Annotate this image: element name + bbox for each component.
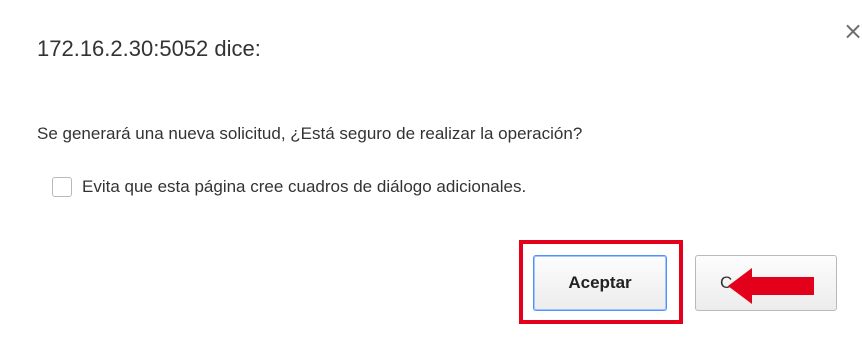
accept-highlight-box	[519, 240, 683, 324]
close-icon[interactable]: ×	[843, 18, 862, 44]
suppress-dialogs-row[interactable]: Evita que esta página cree cuadros de di…	[52, 172, 526, 202]
suppress-dialogs-label: Evita que esta página cree cuadros de di…	[82, 177, 527, 196]
dialog-message: Se generará una nueva solicitud, ¿Está s…	[37, 124, 583, 143]
arrow-left-icon	[728, 268, 814, 304]
suppress-dialogs-checkbox[interactable]	[52, 177, 72, 197]
alert-dialog: × 172.16.2.30:5052 dice: Se generará una…	[0, 0, 862, 341]
dialog-title: 172.16.2.30:5052 dice:	[37, 36, 261, 61]
